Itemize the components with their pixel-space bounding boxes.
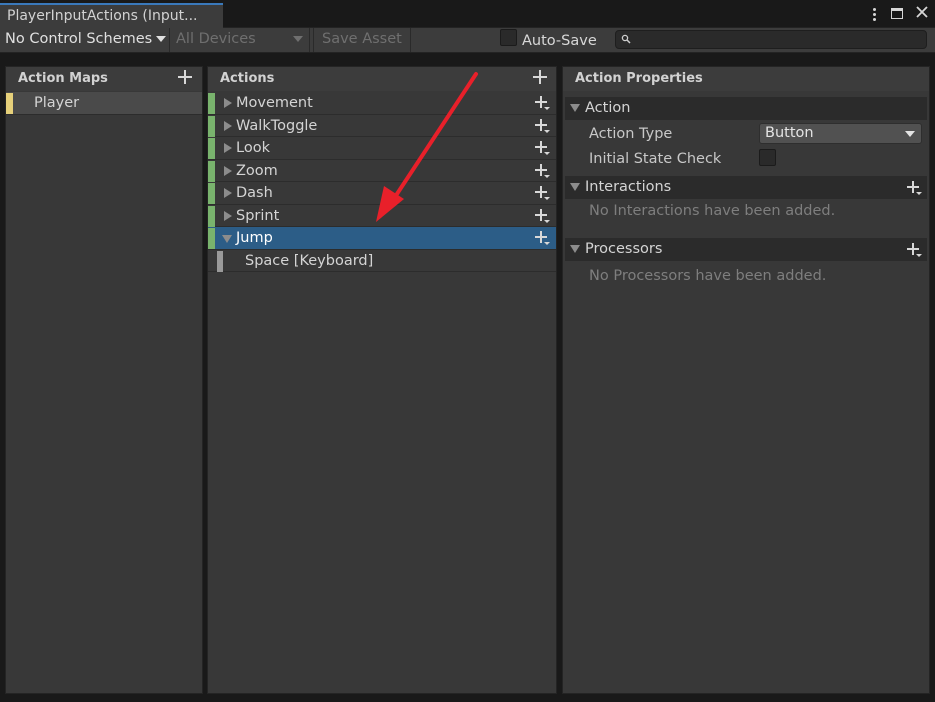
collapse-arrow-icon	[570, 245, 580, 253]
action-label: Jump	[236, 230, 273, 246]
action-maps-panel: Action Maps Player	[5, 66, 203, 694]
control-schemes-label: No Control Schemes	[5, 31, 153, 47]
expand-arrow-icon[interactable]	[224, 210, 232, 221]
action-item-walktoggle[interactable]: WalkToggle	[208, 115, 556, 137]
action-section-header[interactable]: Action	[565, 97, 927, 120]
action-label: Zoom	[236, 162, 278, 179]
interactions-section-title: Interactions	[585, 179, 672, 195]
search-input[interactable]	[615, 30, 927, 49]
action-type-dropdown[interactable]: Button	[759, 123, 922, 144]
initial-state-check-checkbox[interactable]	[759, 149, 776, 166]
action-label: Sprint	[236, 207, 280, 224]
auto-save-label: Auto-Save	[522, 33, 597, 49]
action-maps-title: Action Maps	[18, 71, 108, 86]
action-map-color-bar	[6, 93, 13, 114]
action-color-bar	[208, 183, 215, 204]
add-binding-button[interactable]	[535, 141, 551, 157]
interactions-section-header[interactable]: Interactions	[565, 176, 927, 199]
action-label: WalkToggle	[236, 117, 318, 134]
action-color-bar	[208, 115, 215, 137]
add-action-button[interactable]	[533, 70, 547, 84]
processors-empty-message: No Processors have been added.	[589, 268, 827, 284]
action-maps-header: Action Maps	[6, 67, 202, 91]
add-binding-button[interactable]	[535, 186, 551, 202]
action-map-item-player[interactable]: Player	[6, 92, 202, 115]
expand-arrow-icon[interactable]	[224, 98, 232, 108]
binding-item-space-keyboard[interactable]: Space [Keyboard]	[208, 250, 556, 272]
devices-label: All Devices	[176, 31, 256, 47]
processors-section-title: Processors	[585, 241, 663, 257]
add-processor-button[interactable]	[907, 243, 923, 259]
add-binding-button[interactable]	[535, 96, 551, 112]
action-color-bar	[208, 205, 215, 227]
interactions-empty-message: No Interactions have been added.	[589, 203, 836, 219]
binding-color-bar	[217, 250, 223, 272]
expand-arrow-icon[interactable]	[224, 188, 232, 198]
collapse-arrow-icon	[570, 183, 580, 191]
action-properties-title: Action Properties	[575, 71, 703, 86]
actions-title: Actions	[220, 71, 275, 86]
chevron-down-icon	[293, 36, 303, 42]
action-type-label: Action Type	[589, 126, 673, 142]
action-item-movement[interactable]: Movement	[208, 92, 556, 115]
collapse-arrow-icon[interactable]	[222, 235, 232, 243]
save-asset-button[interactable]: Save Asset	[313, 28, 411, 52]
auto-save-checkbox[interactable]	[500, 29, 517, 46]
action-section-title: Action	[585, 100, 631, 116]
action-item-jump[interactable]: Jump	[208, 227, 556, 250]
processors-section-header[interactable]: Processors	[565, 238, 927, 261]
close-icon	[916, 6, 928, 18]
action-item-sprint[interactable]: Sprint	[208, 205, 556, 227]
action-color-bar	[208, 93, 215, 114]
chevron-down-icon	[156, 36, 166, 42]
action-item-zoom[interactable]: Zoom	[208, 160, 556, 182]
expand-arrow-icon[interactable]	[224, 165, 232, 176]
search-icon	[621, 34, 631, 44]
action-color-bar	[208, 228, 215, 249]
control-schemes-dropdown[interactable]: No Control Schemes	[0, 28, 170, 52]
add-binding-button[interactable]	[535, 208, 551, 225]
action-label: Look	[236, 140, 270, 156]
action-label: Movement	[236, 95, 313, 111]
maximize-icon	[891, 8, 903, 19]
add-binding-button[interactable]	[535, 231, 551, 247]
actions-header: Actions	[208, 67, 556, 91]
expand-arrow-icon[interactable]	[224, 120, 232, 131]
add-binding-button[interactable]	[535, 118, 551, 135]
action-properties-panel: Action Properties Action Action Type But…	[562, 66, 930, 694]
action-item-look[interactable]: Look	[208, 137, 556, 160]
window-controls	[867, 4, 929, 24]
actions-panel: Actions Movement WalkToggle Look Zoom Da…	[207, 66, 557, 694]
action-color-bar	[208, 160, 215, 182]
chevron-down-icon	[905, 131, 915, 137]
devices-dropdown[interactable]: All Devices	[171, 28, 310, 52]
initial-state-check-label: Initial State Check	[589, 151, 722, 167]
action-map-label: Player	[34, 95, 80, 111]
action-label: Dash	[236, 185, 273, 201]
maximize-button[interactable]	[891, 6, 905, 22]
action-item-dash[interactable]: Dash	[208, 182, 556, 205]
expand-arrow-icon[interactable]	[224, 143, 232, 153]
action-properties-header: Action Properties	[563, 67, 929, 91]
initial-state-check-row: Initial State Check	[563, 147, 929, 172]
binding-label: Space [Keyboard]	[245, 252, 374, 269]
add-interaction-button[interactable]	[907, 181, 923, 197]
toolbar: No Control Schemes All Devices Save Asse…	[0, 28, 935, 53]
add-action-map-button[interactable]	[178, 70, 192, 84]
action-type-value: Button	[765, 125, 814, 141]
window-tab-bar: PlayerInputActions (Input...	[0, 0, 935, 28]
collapse-arrow-icon	[570, 104, 580, 112]
close-button[interactable]	[915, 6, 929, 22]
window-tab[interactable]: PlayerInputActions (Input...	[0, 3, 223, 28]
action-color-bar	[208, 138, 215, 159]
more-options-icon[interactable]	[867, 6, 881, 22]
action-type-row: Action Type Button	[563, 122, 929, 147]
add-binding-button[interactable]	[535, 163, 551, 180]
